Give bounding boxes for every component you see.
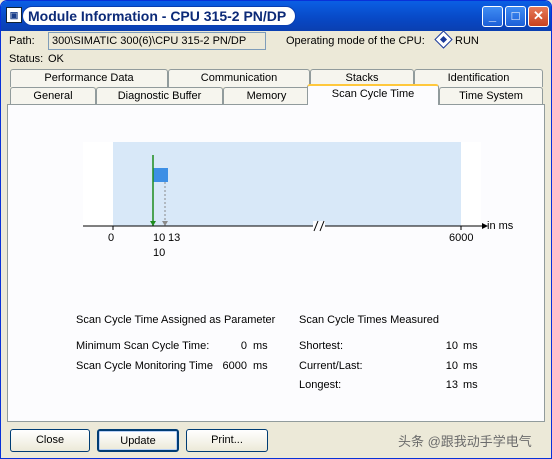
print-button[interactable]: Print...	[186, 429, 268, 452]
scan-cycle-time-panel: 0 10 13 6000 10 in ms Scan Cycle Time As…	[7, 104, 545, 422]
title-bar[interactable]: ▣ Module Information - CPU 315-2 PN/DP _…	[1, 1, 551, 31]
measured-heading: Scan Cycle Times Measured	[299, 314, 439, 326]
tab-time-system[interactable]: Time System	[439, 87, 543, 105]
update-button[interactable]: Update	[97, 429, 179, 452]
path-label: Path:	[9, 35, 35, 47]
tab-communication[interactable]: Communication	[168, 69, 310, 87]
status-label: Status:	[9, 53, 44, 65]
tab-performance-data[interactable]: Performance Data	[10, 69, 168, 87]
x-tick-label-6000: 6000	[449, 232, 474, 244]
path-field: 300\SIMATIC 300(6)\CPU 315-2 PN/DP	[48, 32, 266, 50]
min-scan-cycle-value: 0	[240, 340, 247, 352]
window-title: Module Information - CPU 315-2 PN/DP	[28, 8, 287, 24]
tab-general[interactable]: General	[10, 87, 96, 105]
close-window-button[interactable]: ✕	[528, 6, 549, 27]
longest-value: 13	[445, 379, 458, 391]
shortest-label: Shortest:	[299, 340, 344, 352]
module-information-window: ▣ Module Information - CPU 315-2 PN/DP _…	[0, 0, 552, 459]
monitoring-time-value: 6000	[222, 360, 247, 372]
minimize-button[interactable]: _	[482, 6, 503, 27]
current-last-label: Current/Last:	[299, 360, 363, 372]
current-last-value: 10	[445, 360, 458, 372]
x-tick-label-10: 10	[153, 232, 166, 244]
monitoring-time-label: Scan Cycle Monitoring Time	[76, 360, 213, 372]
x-axis-unit-label: in ms	[487, 220, 514, 232]
scan-time-bar	[153, 168, 168, 182]
operating-mode-value: RUN	[455, 35, 479, 47]
longest-unit: ms	[463, 379, 478, 391]
close-button[interactable]: Close	[10, 429, 90, 452]
tab-diagnostic-buffer[interactable]: Diagnostic Buffer	[96, 87, 223, 105]
tab-scan-cycle-time[interactable]: Scan Cycle Time	[307, 84, 439, 105]
longest-label: Longest:	[299, 379, 342, 391]
current-last-unit: ms	[463, 360, 478, 372]
params-heading: Scan Cycle Time Assigned as Parameter	[76, 314, 276, 326]
shortest-value: 10	[445, 340, 458, 352]
min-scan-cycle-label: Minimum Scan Cycle Time:	[76, 340, 210, 352]
monitoring-time-unit: ms	[253, 360, 268, 372]
watermark-text: 头条 @跟我动手学电气	[398, 434, 532, 449]
shortest-unit: ms	[463, 340, 478, 352]
status-value: OK	[48, 53, 64, 65]
x-tick-sublabel-10: 10	[153, 247, 166, 259]
maximize-button[interactable]: □	[505, 6, 526, 27]
operating-mode-label: Operating mode of the CPU:	[286, 35, 425, 47]
siemens-cpu-icon: ▣	[6, 7, 22, 23]
tab-memory[interactable]: Memory	[223, 87, 310, 105]
run-mode-icon	[434, 30, 453, 49]
x-tick-label-0: 0	[108, 232, 115, 244]
x-tick-label-13: 13	[168, 232, 181, 244]
min-scan-cycle-unit: ms	[253, 340, 268, 352]
